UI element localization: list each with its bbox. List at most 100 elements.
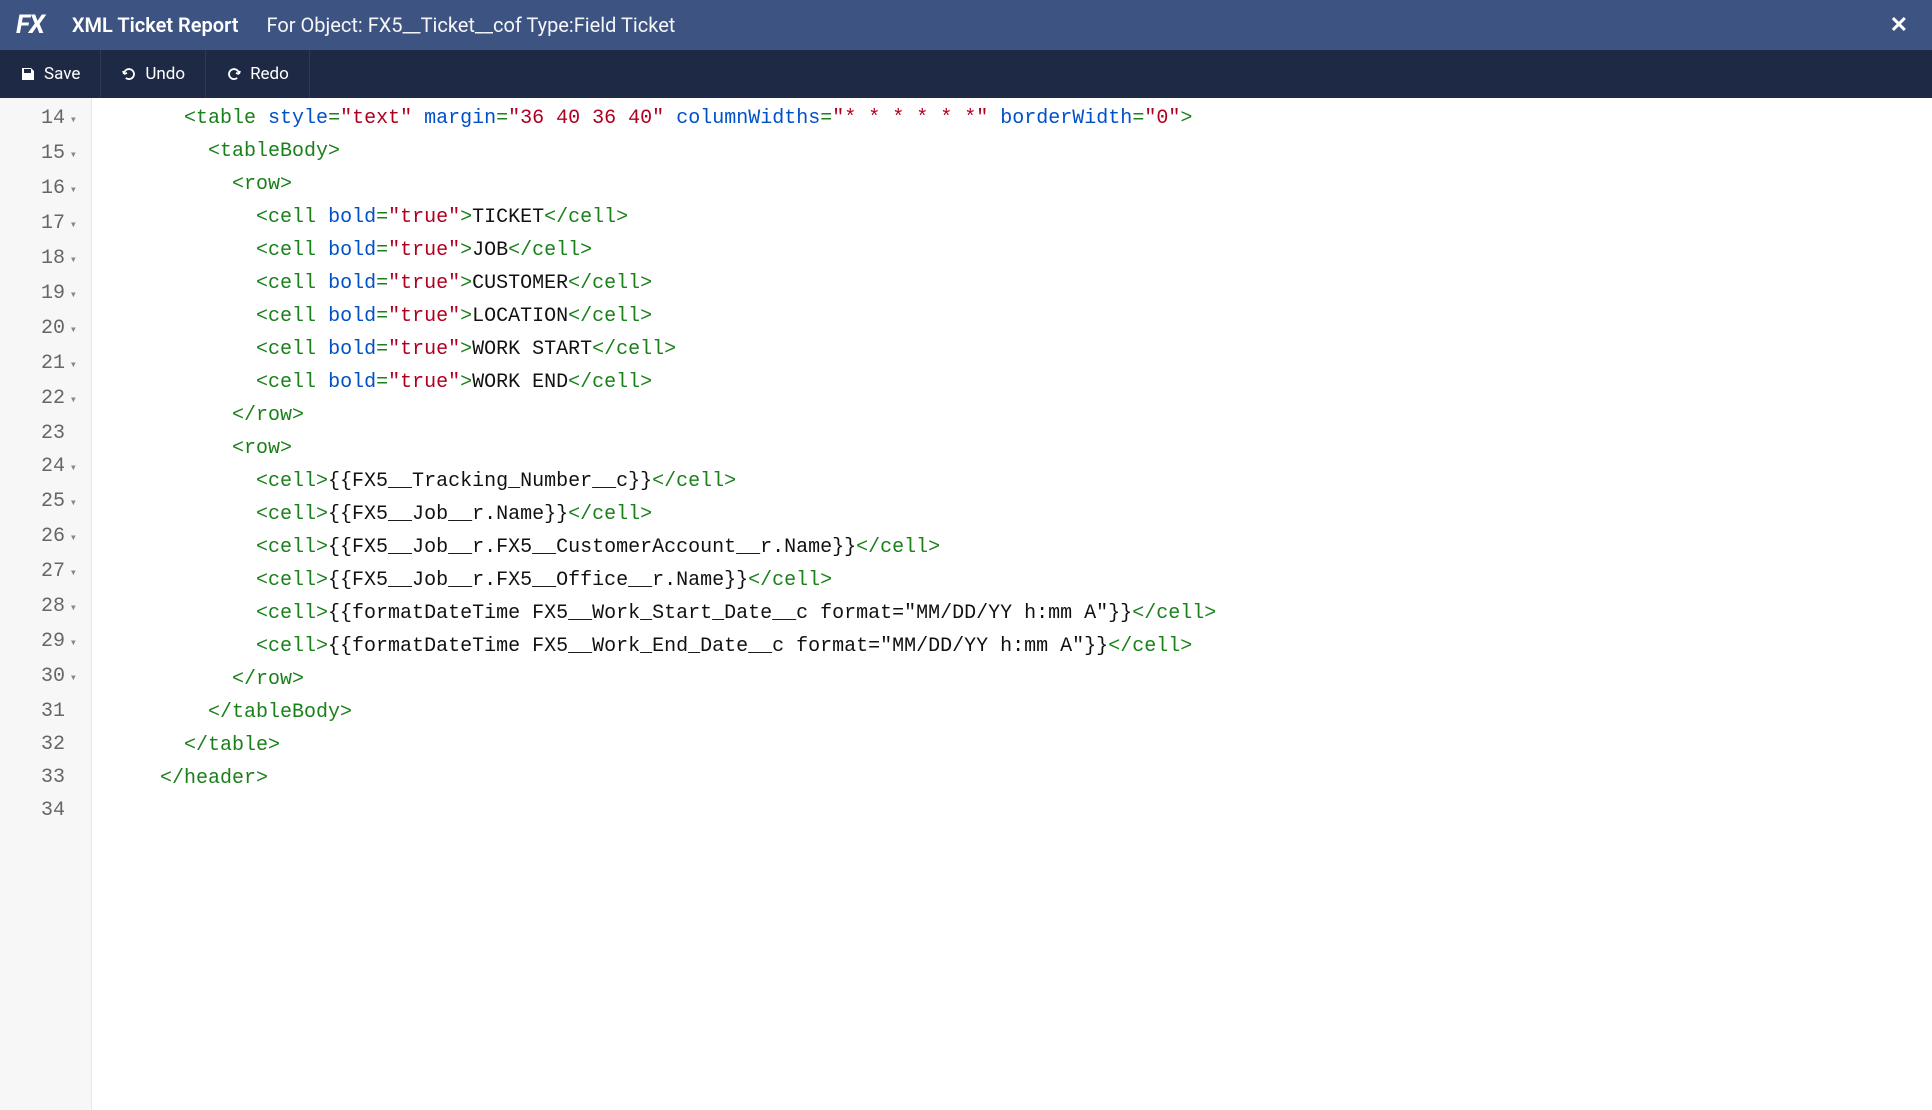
gutter-line[interactable]: 33 [16, 761, 87, 794]
token-text [316, 371, 328, 394]
token-attr: style [268, 107, 328, 130]
code-line[interactable]: </tableBody> [112, 696, 1932, 729]
gutter-line[interactable]: 22▾ [16, 382, 87, 417]
token-tag: <row> [232, 437, 292, 460]
gutter-line[interactable]: 25▾ [16, 485, 87, 520]
token-tag: <cell [256, 305, 316, 328]
code-line[interactable]: <cell bold="true">WORK END</cell> [112, 366, 1932, 399]
fold-marker-icon[interactable]: ▾ [67, 209, 77, 242]
token-tag: = [376, 305, 388, 328]
token-tag: = [376, 371, 388, 394]
token-text [988, 107, 1000, 130]
token-tag: > [1180, 107, 1192, 130]
code-line[interactable]: <row> [112, 432, 1932, 465]
token-text [664, 107, 676, 130]
token-tag: = [328, 107, 340, 130]
code-line[interactable]: <cell>{{FX5__Tracking_Number__c}}</cell> [112, 465, 1932, 498]
fold-marker-icon[interactable]: ▾ [67, 592, 77, 625]
token-text [256, 107, 268, 130]
code-line[interactable]: <cell>{{formatDateTime FX5__Work_Start_D… [112, 597, 1932, 630]
token-tag: = [1132, 107, 1144, 130]
fold-marker-icon[interactable]: ▾ [67, 349, 77, 382]
token-tag: </cell> [748, 569, 832, 592]
fold-marker-icon[interactable]: ▾ [67, 522, 77, 555]
token-tag: </row> [232, 404, 304, 427]
token-text: {{FX5__Tracking_Number__c}} [328, 470, 652, 493]
save-button[interactable]: Save [0, 50, 101, 98]
code-line[interactable]: <cell>{{FX5__Job__r.FX5__CustomerAccount… [112, 531, 1932, 564]
redo-label: Redo [250, 64, 289, 84]
fold-marker-icon[interactable]: ▾ [67, 104, 77, 137]
gutter-line[interactable]: 23 [16, 417, 87, 450]
token-tag: > [460, 371, 472, 394]
code-line[interactable]: <row> [112, 168, 1932, 201]
token-text [316, 338, 328, 361]
gutter-line[interactable]: 21▾ [16, 347, 87, 382]
code-line[interactable]: <cell>{{FX5__Job__r.Name}}</cell> [112, 498, 1932, 531]
gutter-line[interactable]: 27▾ [16, 555, 87, 590]
token-text: JOB [472, 239, 508, 262]
gutter-line[interactable]: 18▾ [16, 242, 87, 277]
token-tag: </cell> [592, 338, 676, 361]
gutter-line[interactable]: 29▾ [16, 625, 87, 660]
token-tag: </row> [232, 668, 304, 691]
fold-marker-icon[interactable]: ▾ [67, 627, 77, 660]
token-text: {{formatDateTime FX5__Work_Start_Date__c… [328, 602, 1132, 625]
fold-marker-icon[interactable]: ▾ [67, 452, 77, 485]
token-str: "true" [388, 239, 460, 262]
fold-marker-icon[interactable]: ▾ [67, 139, 77, 172]
token-attr: bold [328, 272, 376, 295]
gutter-line[interactable]: 34 [16, 794, 87, 827]
code-line[interactable]: <table style="text" margin="36 40 36 40"… [112, 102, 1932, 135]
gutter-line[interactable]: 16▾ [16, 172, 87, 207]
fold-marker-icon[interactable]: ▾ [67, 487, 77, 520]
code-line[interactable]: <cell bold="true">LOCATION</cell> [112, 300, 1932, 333]
token-tag: </header> [160, 767, 268, 790]
fold-marker-icon[interactable]: ▾ [67, 174, 77, 207]
token-tag: = [376, 239, 388, 262]
code-line[interactable]: </row> [112, 663, 1932, 696]
undo-button[interactable]: Undo [101, 50, 206, 98]
code-line[interactable]: <cell bold="true">WORK START</cell> [112, 333, 1932, 366]
code-line[interactable]: </row> [112, 399, 1932, 432]
token-attr: margin [424, 107, 496, 130]
fold-marker-icon[interactable]: ▾ [67, 244, 77, 277]
gutter-line[interactable]: 20▾ [16, 312, 87, 347]
gutter-line[interactable]: 19▾ [16, 277, 87, 312]
code-line[interactable]: <cell bold="true">CUSTOMER</cell> [112, 267, 1932, 300]
line-number: 30 [41, 665, 65, 688]
token-tag: </cell> [1132, 602, 1216, 625]
close-button[interactable]: ✕ [1882, 13, 1916, 38]
gutter-line[interactable]: 32 [16, 728, 87, 761]
gutter-line[interactable]: 24▾ [16, 450, 87, 485]
gutter-line[interactable]: 26▾ [16, 520, 87, 555]
gutter-line[interactable]: 17▾ [16, 207, 87, 242]
redo-button[interactable]: Redo [206, 50, 310, 98]
gutter-line[interactable]: 28▾ [16, 590, 87, 625]
gutter-line[interactable]: 15▾ [16, 137, 87, 172]
code-line[interactable]: <cell bold="true">TICKET</cell> [112, 201, 1932, 234]
fold-marker-icon[interactable]: ▾ [67, 314, 77, 347]
fold-marker-icon[interactable]: ▾ [67, 557, 77, 590]
code-editor[interactable]: 14▾15▾16▾17▾18▾19▾20▾21▾22▾2324▾25▾26▾27… [0, 98, 1932, 1110]
fold-marker-icon[interactable]: ▾ [67, 662, 77, 695]
token-tag: > [460, 272, 472, 295]
code-line[interactable]: <cell>{{FX5__Job__r.FX5__Office__r.Name}… [112, 564, 1932, 597]
line-number: 25 [41, 490, 65, 513]
gutter-line[interactable]: 31 [16, 695, 87, 728]
gutter-line[interactable]: 14▾ [16, 102, 87, 137]
token-tag: </cell> [544, 206, 628, 229]
code-line[interactable]: <cell>{{formatDateTime FX5__Work_End_Dat… [112, 630, 1932, 663]
fold-marker-icon[interactable]: ▾ [67, 384, 77, 417]
editor-code-area[interactable]: <table style="text" margin="36 40 36 40"… [92, 98, 1932, 1110]
fold-marker-icon[interactable]: ▾ [67, 279, 77, 312]
code-line[interactable]: </table> [112, 729, 1932, 762]
code-line[interactable]: <tableBody> [112, 135, 1932, 168]
undo-icon [121, 66, 137, 82]
token-str: "true" [388, 371, 460, 394]
gutter-line[interactable]: 30▾ [16, 660, 87, 695]
code-line[interactable]: <cell bold="true">JOB</cell> [112, 234, 1932, 267]
close-icon: ✕ [1890, 13, 1908, 38]
code-line[interactable]: </header> [112, 762, 1932, 795]
line-number: 27 [41, 560, 65, 583]
